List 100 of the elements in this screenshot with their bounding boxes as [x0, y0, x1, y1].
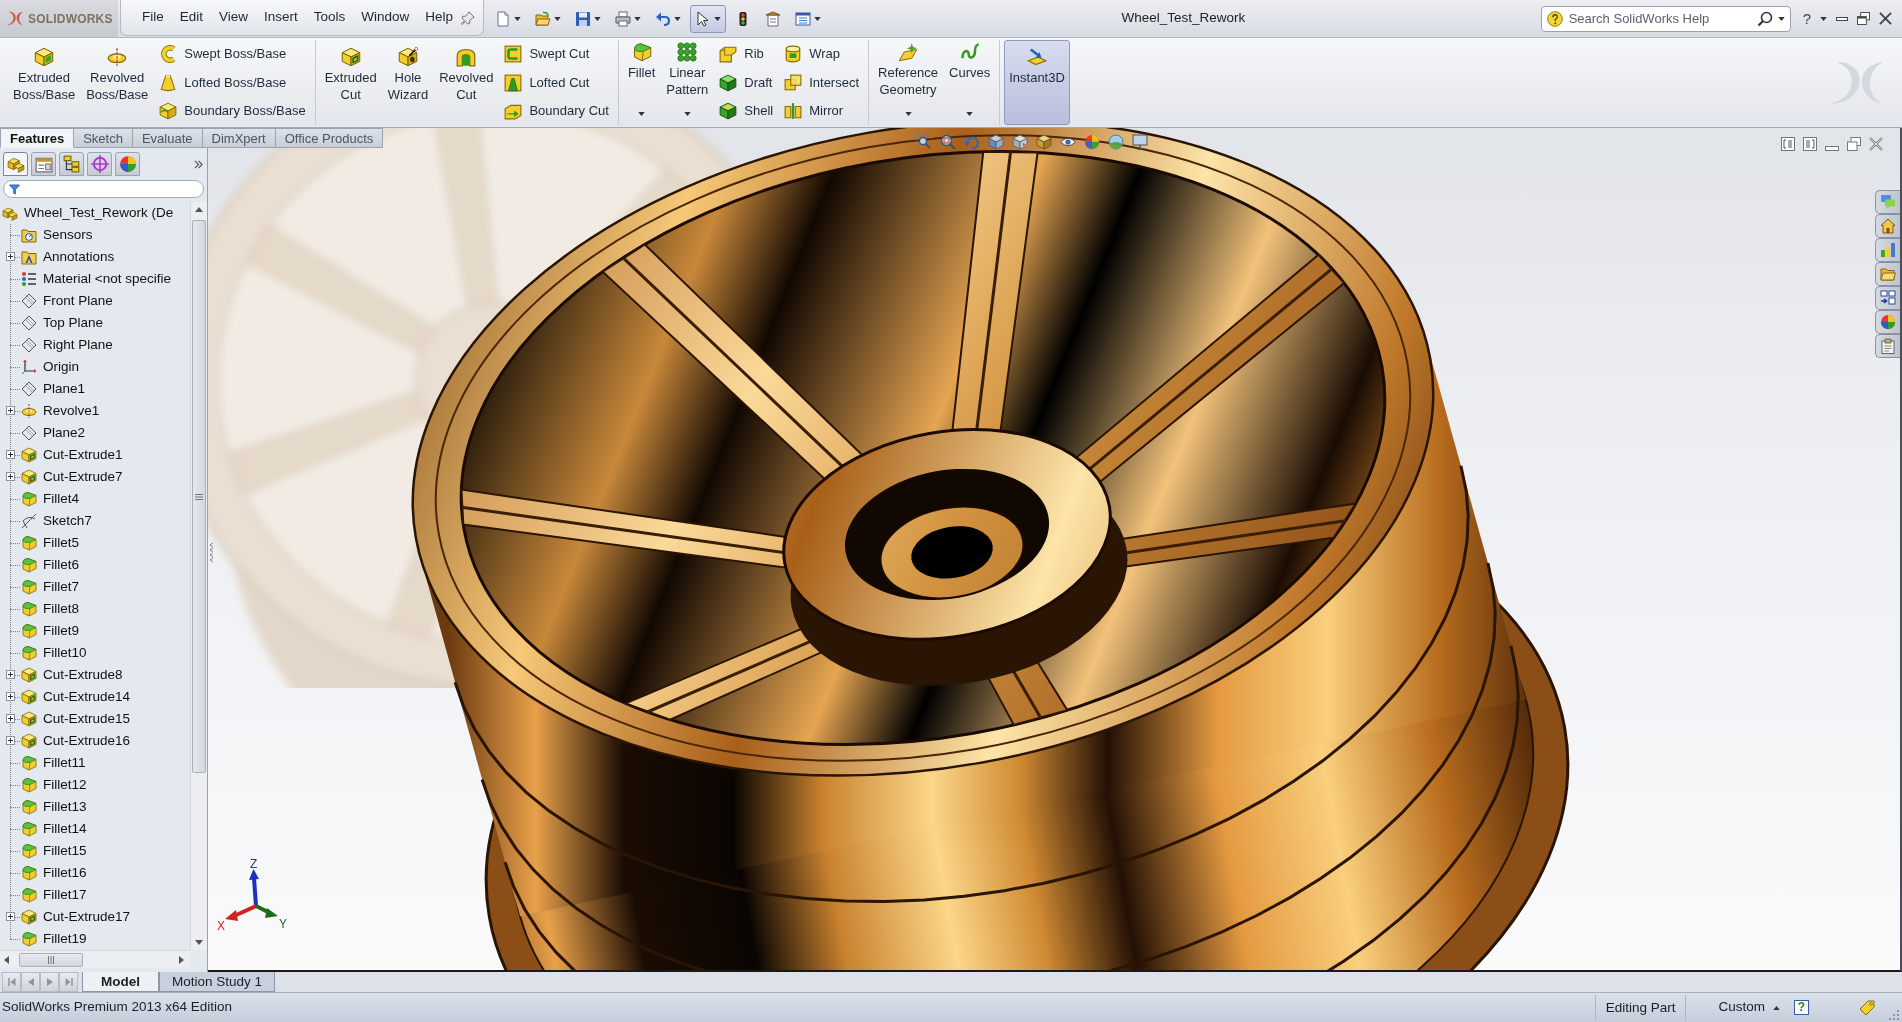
scroll-thumb[interactable] — [19, 952, 83, 967]
restore-icon[interactable] — [1847, 137, 1861, 151]
tree-item[interactable]: Fillet14 — [42, 818, 88, 840]
command-tab[interactable]: Evaluate — [132, 128, 203, 148]
scroll-down-icon[interactable] — [195, 940, 203, 945]
back-arrow-icon[interactable] — [964, 134, 980, 150]
scroll-left-icon[interactable] — [4, 955, 9, 964]
ribbon-button[interactable]: Reference Geometry — [873, 40, 943, 125]
dimxpert-manager-tab[interactable] — [87, 152, 112, 176]
ribbon-button[interactable]: Lofted Cut — [499, 68, 614, 97]
tree-item[interactable]: Fillet4 — [42, 488, 80, 510]
filter-field[interactable] — [3, 180, 204, 198]
tree-item[interactable]: Fillet16 — [42, 862, 88, 884]
search-icon[interactable] — [1756, 10, 1773, 27]
document-tab[interactable]: Motion Study 1 — [159, 972, 276, 992]
monitor-icon[interactable] — [1132, 134, 1148, 150]
tree-item[interactable]: Cut-Extrude15 — [42, 708, 132, 730]
file-explorer-tab[interactable] — [1875, 262, 1900, 286]
tree-item[interactable]: Right Plane — [42, 334, 114, 356]
shaded-cube-icon[interactable] — [1036, 134, 1052, 150]
ribbon-button[interactable]: Instant3D — [1004, 40, 1070, 125]
split-pane-icon[interactable] — [1803, 137, 1817, 151]
tree-item[interactable]: Top Plane — [42, 312, 105, 334]
command-tab[interactable]: DimXpert — [202, 128, 276, 148]
command-tab[interactable]: Office Products — [275, 128, 384, 148]
ribbon-button[interactable]: Shell — [714, 97, 779, 125]
ribbon-button[interactable]: Swept Cut — [499, 40, 614, 68]
ribbon-button[interactable]: Revolved Cut — [434, 40, 499, 125]
tree-item[interactable]: Fillet19 — [42, 928, 88, 950]
expand-icon[interactable] — [6, 736, 15, 745]
ribbon-button[interactable]: Swept Boss/Base — [154, 40, 311, 68]
tree-item[interactable]: Plane1 — [42, 378, 87, 400]
ribbon-button[interactable]: Rib — [714, 40, 779, 68]
tree-item[interactable]: Sensors — [42, 224, 94, 246]
ribbon-button[interactable]: Mirror — [779, 97, 865, 125]
configuration-manager-tab[interactable] — [59, 152, 84, 176]
tree-item[interactable]: Fillet13 — [42, 796, 88, 818]
document-tab[interactable]: Model — [82, 972, 159, 992]
tree-item[interactable]: Fillet8 — [42, 598, 80, 620]
tree-item[interactable]: Front Plane — [42, 290, 114, 312]
scene-icon[interactable] — [1108, 134, 1124, 150]
tree-item[interactable]: Fillet11 — [42, 752, 87, 774]
split-pane-icon[interactable] — [1781, 137, 1795, 151]
tree-item[interactable]: Plane2 — [42, 422, 87, 444]
double-chevron-icon[interactable] — [194, 159, 203, 169]
expand-icon[interactable] — [6, 692, 15, 701]
expand-icon[interactable] — [6, 912, 15, 921]
expand-icon[interactable] — [6, 252, 15, 261]
tree-item[interactable]: Fillet17 — [42, 884, 88, 906]
ribbon-button[interactable]: Intersect — [779, 68, 865, 97]
zoom-fit-icon[interactable] — [916, 134, 932, 150]
expand-icon[interactable] — [6, 406, 15, 415]
pushpin-icon[interactable] — [461, 10, 476, 25]
ribbon-button[interactable]: Wrap — [779, 40, 865, 68]
expand-icon[interactable] — [6, 714, 15, 723]
tree-item[interactable]: Annotations — [42, 246, 116, 268]
analysis-tab[interactable] — [1875, 238, 1900, 262]
ribbon-button[interactable]: Extruded Cut — [319, 40, 382, 125]
tree-item[interactable]: Wheel_Test_Rework (De — [23, 202, 175, 224]
first-button[interactable] — [2, 972, 21, 992]
display-manager-tab[interactable] — [115, 152, 140, 176]
caret-icon[interactable] — [1777, 16, 1785, 21]
tree-item[interactable]: Cut-Extrude16 — [42, 730, 132, 752]
minimize-icon[interactable] — [1836, 16, 1848, 21]
expand-icon[interactable] — [6, 472, 15, 481]
ribbon-button[interactable]: Curves — [944, 40, 996, 125]
color-ball-icon[interactable] — [1084, 134, 1100, 150]
ribbon-button[interactable]: Draft — [714, 68, 779, 97]
last-button[interactable] — [59, 972, 78, 992]
tree-item[interactable]: Fillet10 — [42, 642, 88, 664]
tree-item[interactable]: Fillet6 — [42, 554, 80, 576]
tree-item[interactable]: Cut-Extrude14 — [42, 686, 132, 708]
zoom-area-icon[interactable] — [940, 134, 956, 150]
scrollbar-track[interactable] — [0, 950, 190, 968]
tree-item[interactable]: Cut-Extrude17 — [42, 906, 132, 928]
ribbon-button[interactable]: Boundary Cut — [499, 97, 614, 125]
scroll-thumb[interactable] — [192, 220, 206, 773]
help-button[interactable]: ? — [1794, 1000, 1809, 1015]
tree-item[interactable]: Fillet7 — [42, 576, 80, 598]
caret-icon[interactable] — [1820, 16, 1827, 21]
select-button[interactable] — [690, 4, 727, 33]
ribbon-button[interactable]: Revolved Boss/Base — [81, 40, 154, 125]
property-manager-tab[interactable] — [31, 152, 56, 176]
tree-item[interactable]: Fillet15 — [42, 840, 88, 862]
menu-item[interactable]: File — [134, 5, 172, 30]
ribbon-button[interactable]: Extruded Boss/Base — [8, 40, 81, 125]
next-button[interactable] — [40, 972, 59, 992]
scroll-right-icon[interactable] — [179, 955, 184, 964]
previous-button[interactable] — [21, 972, 40, 992]
ribbon-button[interactable]: Hole Wizard — [382, 40, 434, 125]
units-dropdown[interactable]: Custom — [1716, 997, 1782, 1018]
help-button[interactable]: ? — [1802, 11, 1811, 26]
menu-item[interactable]: Help — [417, 5, 462, 30]
tree-item[interactable]: Cut-Extrude7 — [42, 466, 124, 488]
tree-item[interactable]: Sketch7 — [42, 510, 93, 532]
tree-item[interactable]: Fillet9 — [42, 620, 80, 642]
restore-icon[interactable] — [1857, 12, 1870, 25]
ribbon-button[interactable]: Fillet — [622, 40, 661, 125]
view-cube-icon[interactable] — [1012, 134, 1028, 150]
tag-icon[interactable] — [1859, 999, 1875, 1016]
